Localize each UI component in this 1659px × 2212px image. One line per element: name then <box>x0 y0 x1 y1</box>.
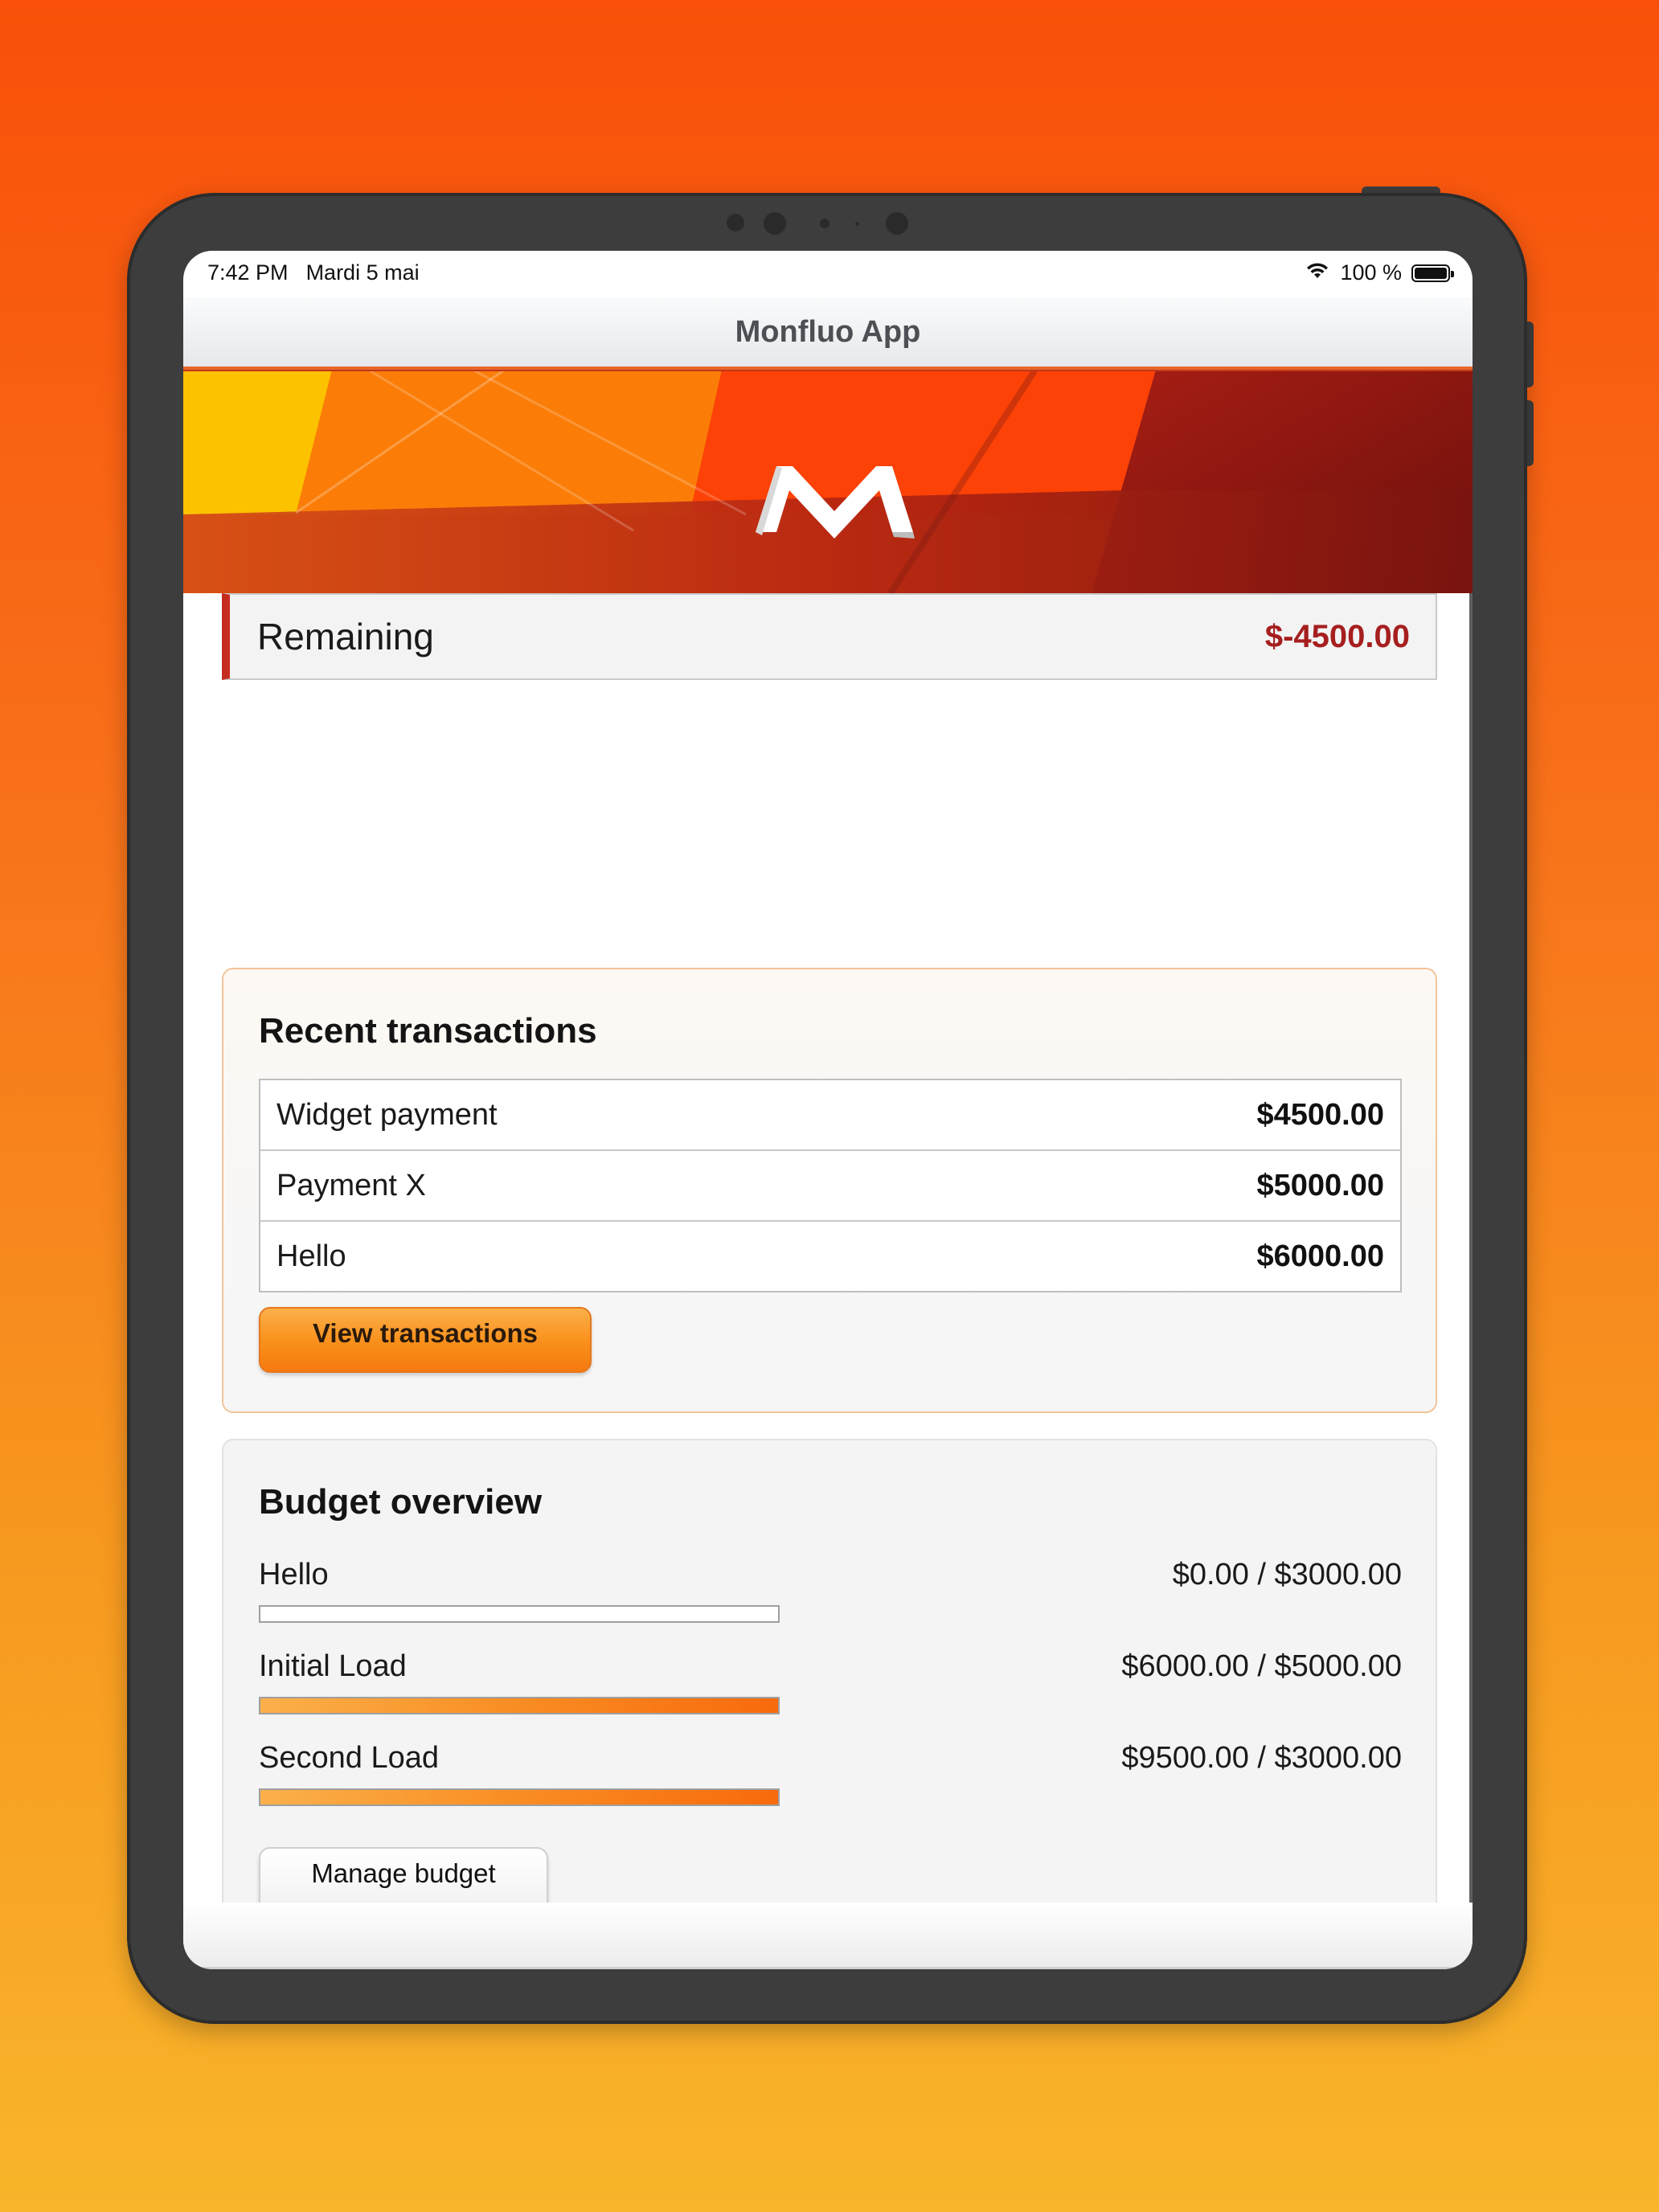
header-banner <box>183 370 1473 593</box>
status-date: Mardi 5 mai <box>305 260 420 285</box>
transaction-name: Widget payment <box>276 1097 498 1132</box>
budget-item-amounts: $0.00 / $3000.00 <box>1172 1558 1402 1591</box>
recent-transactions-title: Recent transactions <box>259 1011 597 1051</box>
app-title: Monfluo App <box>735 314 921 349</box>
transaction-amount: $5000.00 <box>1256 1168 1385 1202</box>
remaining-value: $-4500.00 <box>1264 618 1410 654</box>
budget-progress-fill <box>260 1790 778 1804</box>
budget-progress-bar <box>259 1697 780 1714</box>
view-transactions-button[interactable]: View transactions <box>259 1307 592 1373</box>
front-camera <box>886 212 908 235</box>
bottom-edge <box>183 1903 1473 1969</box>
transaction-row[interactable]: Hello $6000.00 <box>260 1222 1400 1291</box>
transaction-name: Hello <box>276 1239 346 1273</box>
budget-item-name: Initial Load <box>259 1649 407 1683</box>
transaction-row[interactable]: Widget payment $4500.00 <box>260 1080 1400 1151</box>
battery-percent: 100 % <box>1340 260 1402 285</box>
budget-progress-fill <box>260 1698 778 1713</box>
budget-item-name: Second Load <box>259 1741 439 1775</box>
budget-progress-bar <box>259 1605 780 1623</box>
transaction-row[interactable]: Payment X $5000.00 <box>260 1151 1400 1222</box>
budget-item: Hello $0.00 / $3000.00 <box>259 1558 1402 1623</box>
budget-item: Initial Load $6000.00 / $5000.00 <box>259 1649 1402 1714</box>
scrollbar[interactable] <box>1469 593 1473 1952</box>
transaction-amount: $6000.00 <box>1256 1239 1385 1273</box>
recent-transactions-card: Recent transactions Widget payment $4500… <box>222 968 1437 1413</box>
transaction-name: Payment X <box>276 1168 426 1202</box>
budget-item: Second Load $9500.00 / $3000.00 <box>259 1741 1402 1806</box>
budget-overview-title: Budget overview <box>259 1482 543 1522</box>
transactions-table: Widget payment $4500.00 Payment X $5000.… <box>259 1079 1402 1292</box>
sensor-dot <box>764 212 786 235</box>
remaining-label: Remaining <box>257 616 434 657</box>
wifi-icon <box>1305 260 1330 285</box>
status-bar: 7:42 PM Mardi 5 mai 100 % <box>183 251 1473 297</box>
status-time: 7:42 PM <box>207 260 289 285</box>
budget-item-amounts: $9500.00 / $3000.00 <box>1121 1741 1402 1775</box>
budget-overview-card: Budget overview Hello $0.00 / $3000.00 I… <box>222 1439 1437 1947</box>
battery-icon <box>1411 264 1454 282</box>
screen: 7:42 PM Mardi 5 mai 100 % Monfluo App Re… <box>183 251 1473 1969</box>
remaining-summary: Remaining $-4500.00 <box>222 593 1437 680</box>
sensor-dot <box>727 214 744 231</box>
sensor-dot <box>855 222 859 226</box>
budget-item-amounts: $6000.00 / $5000.00 <box>1121 1649 1402 1683</box>
transaction-amount: $4500.00 <box>1256 1097 1385 1132</box>
nav-bar: Monfluo App <box>183 297 1473 370</box>
budget-progress-bar <box>259 1788 780 1806</box>
banner-graphic <box>183 370 1473 593</box>
sensor-dot <box>820 219 830 228</box>
budget-item-name: Hello <box>259 1558 329 1591</box>
